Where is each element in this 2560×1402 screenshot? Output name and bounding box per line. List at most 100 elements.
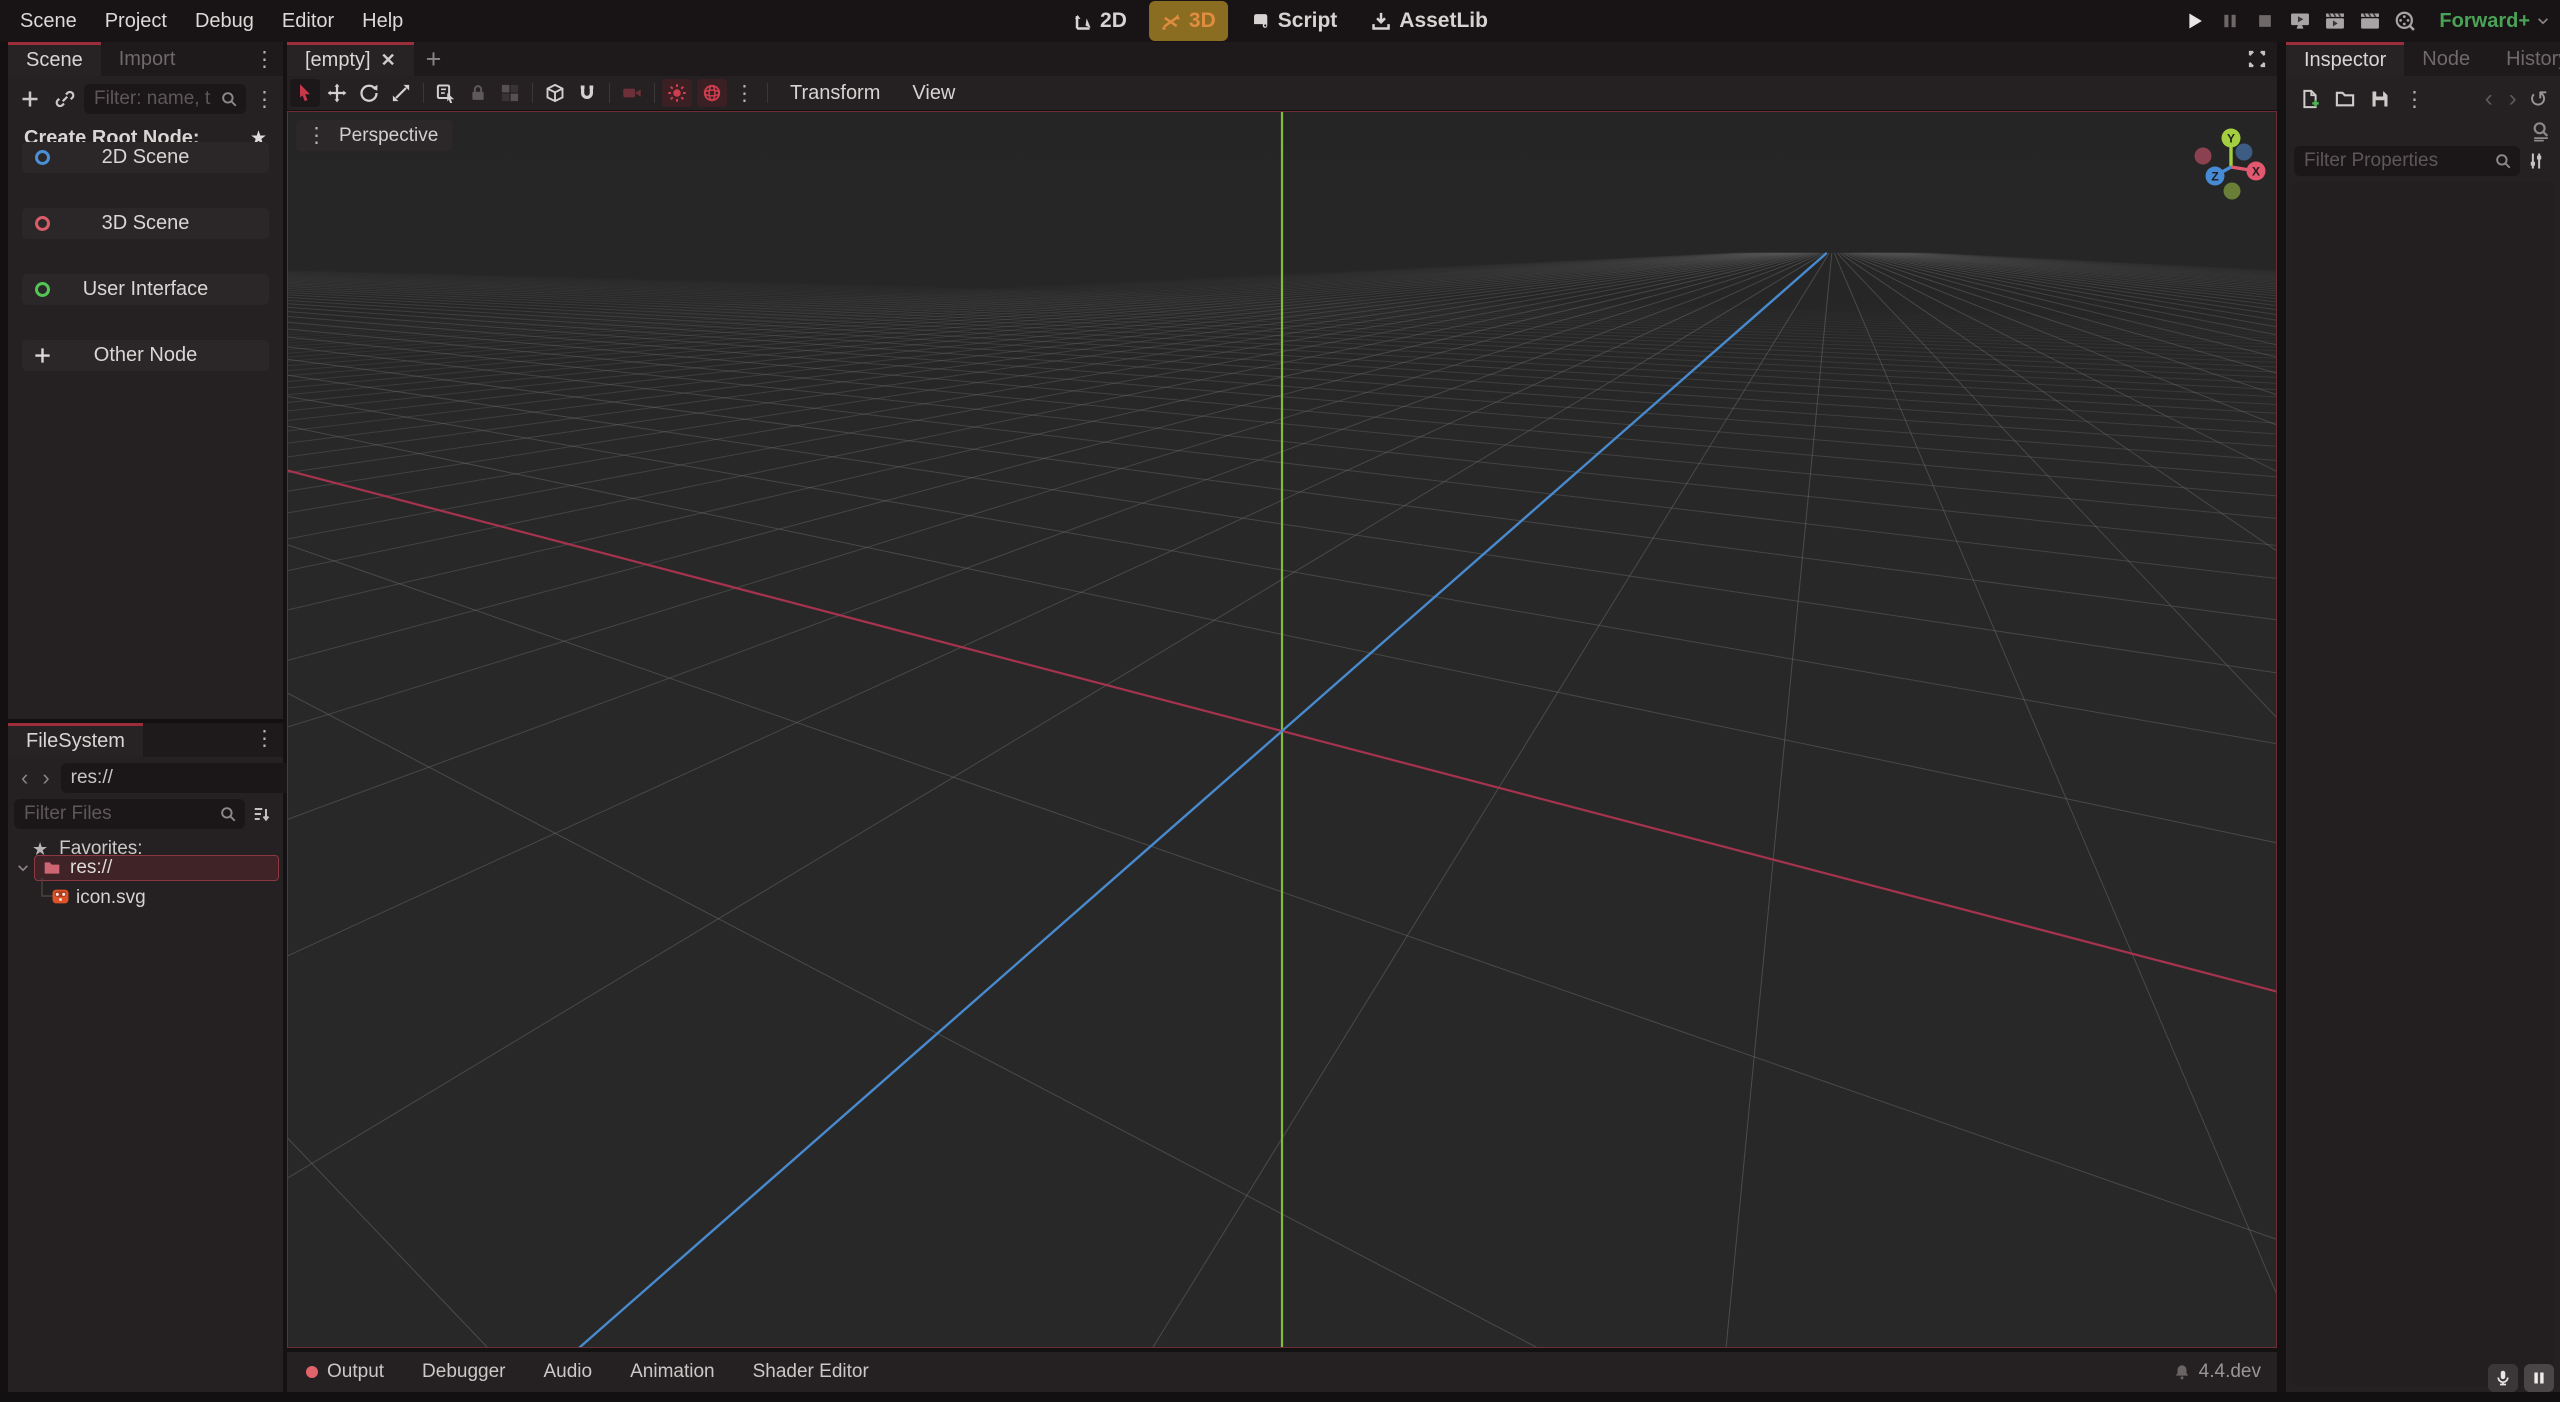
use-snap-button[interactable]: [572, 79, 602, 107]
3d-axes-icon: [1161, 11, 1181, 31]
inspector-toolbar: ⋮ ‹ › ↺: [2286, 82, 2560, 116]
gizmo-neg-y-ball[interactable]: [2224, 183, 2241, 200]
filesystem-menu-icon[interactable]: ⋮: [246, 728, 283, 749]
filesystem-nav: ‹ ›: [8, 762, 283, 794]
tab-import-dock[interactable]: Import: [101, 42, 194, 76]
scene-dock-tabbar: Scene Import ⋮: [8, 42, 283, 76]
transform-menu[interactable]: Transform: [774, 76, 896, 110]
view-menu[interactable]: View: [896, 76, 971, 110]
instance-scene-link-icon[interactable]: [50, 85, 80, 113]
property-tool-icon[interactable]: [2521, 147, 2551, 175]
create-root-3d-button[interactable]: 3D Scene: [22, 208, 269, 239]
scale-mode-button[interactable]: [386, 79, 416, 107]
group-selected-button[interactable]: [495, 79, 525, 107]
tab-history[interactable]: History: [2488, 42, 2560, 76]
list-select-button[interactable]: [431, 79, 461, 107]
nav-forward-icon[interactable]: ›: [35, 765, 56, 791]
play-scene-button[interactable]: [2287, 8, 2313, 34]
script-scroll-icon: [1250, 11, 1270, 31]
tab-assetlib[interactable]: AssetLib: [1359, 1, 1500, 41]
create-root-other-button[interactable]: Other Node: [22, 340, 269, 371]
animation-panel-button[interactable]: Animation: [611, 1361, 734, 1383]
new-resource-icon[interactable]: [2295, 85, 2325, 113]
move-mode-button[interactable]: [322, 79, 352, 107]
gizmo-neg-z-ball[interactable]: [2236, 144, 2253, 161]
preview-sunlight-button[interactable]: [662, 79, 692, 107]
view-menu-chip[interactable]: ⋮ Perspective: [296, 120, 452, 151]
menu-editor[interactable]: Editor: [268, 0, 348, 42]
inspector-filter-row: [2286, 144, 2560, 178]
play-button[interactable]: [2182, 8, 2208, 34]
tab-inspector[interactable]: Inspector: [2286, 42, 2404, 76]
window-left-edge: [0, 42, 8, 1402]
version-info[interactable]: 4.4.dev: [2173, 1361, 2277, 1383]
play-custom-scene-button[interactable]: [2357, 8, 2383, 34]
new-scene-tab-button[interactable]: +: [414, 42, 454, 76]
tab-2d[interactable]: 2D: [1060, 1, 1139, 41]
scene-dock-menu-icon[interactable]: ⋮: [246, 49, 283, 70]
create-root-3d-label: 3D Scene: [22, 212, 269, 235]
view-gizmo[interactable]: Y X Z: [2176, 112, 2286, 222]
nav-back-icon[interactable]: ‹: [14, 765, 35, 791]
chevron-down-icon: [2536, 14, 2550, 28]
folder-icon: [43, 859, 61, 877]
renderer-dropdown[interactable]: Forward+: [2439, 10, 2550, 33]
godot-file-icon: [52, 888, 69, 905]
add-node-icon[interactable]: [15, 85, 45, 113]
use-local-space-button[interactable]: [540, 79, 570, 107]
file-sort-icon[interactable]: [246, 800, 276, 828]
renderer-label: Forward+: [2439, 10, 2530, 33]
open-docs-icon[interactable]: [2530, 120, 2552, 142]
menu-debug[interactable]: Debug: [181, 0, 268, 42]
tab-script[interactable]: Script: [1238, 1, 1350, 41]
output-panel-button[interactable]: Output: [287, 1361, 403, 1383]
preview-camera-button[interactable]: [617, 79, 647, 107]
create-root-2d-button[interactable]: 2D Scene: [22, 142, 269, 173]
chevron-down-icon[interactable]: [16, 861, 30, 875]
output-label: Output: [327, 1361, 384, 1383]
debugger-panel-button[interactable]: Debugger: [403, 1361, 524, 1383]
stop-button[interactable]: [2252, 8, 2278, 34]
select-mode-button[interactable]: [290, 79, 320, 107]
object-history-icon[interactable]: ↺: [2525, 86, 2552, 113]
preview-environment-button[interactable]: [697, 79, 727, 107]
tab-3d[interactable]: 3D: [1149, 1, 1228, 41]
save-icon[interactable]: [2365, 85, 2395, 113]
play-current-scene-button[interactable]: [2322, 8, 2348, 34]
scene-tab-empty[interactable]: [empty] ✕: [287, 42, 414, 76]
tree-row-icon-svg[interactable]: icon.svg: [8, 884, 283, 910]
toolbar-separator: [654, 83, 655, 103]
history-forward-icon[interactable]: ›: [2501, 85, 2525, 113]
history-back-icon[interactable]: ‹: [2477, 85, 2501, 113]
play-toolbar: Forward+: [2182, 0, 2550, 42]
menu-help[interactable]: Help: [348, 0, 417, 42]
tab-scene-dock[interactable]: Scene: [8, 42, 101, 76]
filesystem-path-input[interactable]: [61, 763, 326, 793]
rotate-mode-button[interactable]: [354, 79, 384, 107]
pause-overlay-button[interactable]: [2524, 1364, 2554, 1392]
close-icon[interactable]: ✕: [381, 50, 396, 71]
audio-panel-button[interactable]: Audio: [525, 1361, 612, 1383]
filter-properties-input[interactable]: [2294, 146, 2520, 176]
gizmo-neg-x-ball[interactable]: [2195, 148, 2212, 165]
scene-toolbar-menu-icon[interactable]: ⋮: [246, 89, 277, 110]
filter-files-input[interactable]: [14, 799, 245, 829]
menu-bar: Scene Project Debug Editor Help 2D 3D: [0, 0, 2560, 42]
create-root-ui-button[interactable]: User Interface: [22, 274, 269, 305]
shader-editor-panel-button[interactable]: Shader Editor: [734, 1361, 888, 1383]
lock-selected-button[interactable]: [463, 79, 493, 107]
load-resource-folder-icon[interactable]: [2330, 85, 2360, 113]
tab-filesystem[interactable]: FileSystem: [8, 723, 143, 757]
menu-scene[interactable]: Scene: [6, 0, 91, 42]
tab-node[interactable]: Node: [2404, 42, 2488, 76]
resource-menu-icon[interactable]: ⋮: [2396, 89, 2433, 110]
viewport-3d[interactable]: ⋮ Perspective Y X Z: [287, 111, 2277, 1348]
menu-project[interactable]: Project: [91, 0, 181, 42]
pause-button[interactable]: [2217, 8, 2243, 34]
movie-maker-button[interactable]: [2392, 8, 2418, 34]
view-dots-icon: ⋮: [304, 125, 329, 146]
microphone-button[interactable]: [2488, 1364, 2518, 1392]
expand-viewport-icon[interactable]: [2237, 49, 2277, 69]
filesystem-tabbar: FileSystem ⋮: [8, 723, 283, 757]
sun-env-settings-icon[interactable]: ⋮: [728, 83, 761, 104]
